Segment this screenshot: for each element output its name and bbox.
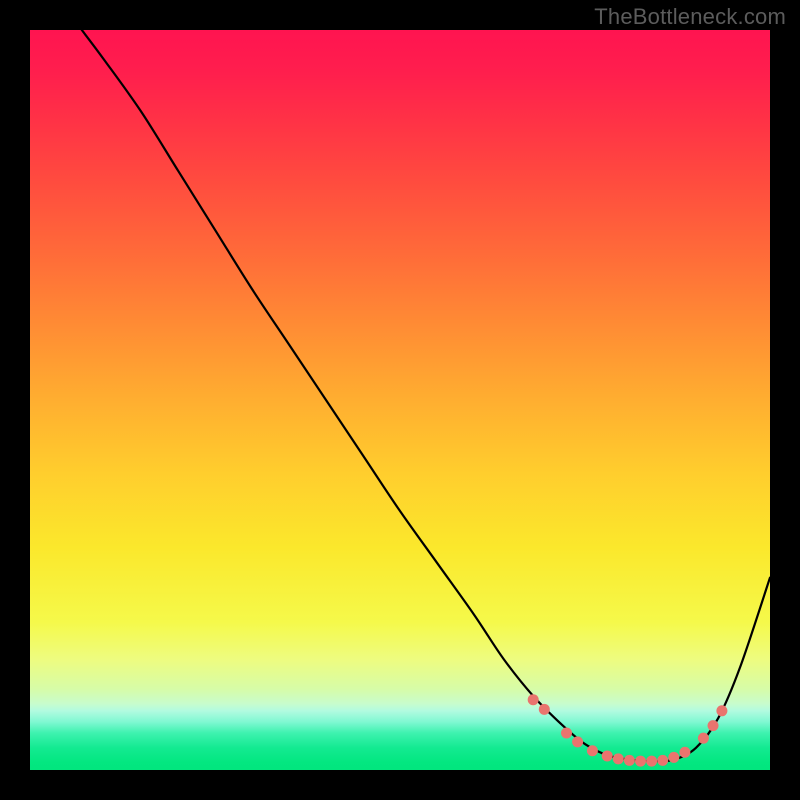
marker-dot bbox=[635, 756, 646, 767]
chart-svg bbox=[30, 30, 770, 770]
marker-dot bbox=[708, 720, 719, 731]
marker-dot bbox=[698, 733, 709, 744]
marker-dot bbox=[602, 750, 613, 761]
marker-dot bbox=[668, 752, 679, 763]
marker-dot bbox=[624, 755, 635, 766]
marker-dot bbox=[587, 745, 598, 756]
marker-dot bbox=[716, 705, 727, 716]
marker-dot bbox=[561, 728, 572, 739]
plot-area bbox=[30, 30, 770, 770]
marker-dot bbox=[539, 704, 550, 715]
marker-dot bbox=[679, 747, 690, 758]
watermark-text: TheBottleneck.com bbox=[594, 4, 786, 30]
marker-dot bbox=[572, 736, 583, 747]
flat-region-markers bbox=[528, 694, 728, 766]
marker-dot bbox=[613, 753, 624, 764]
bottleneck-curve bbox=[82, 30, 770, 761]
marker-dot bbox=[646, 756, 657, 767]
marker-dot bbox=[657, 755, 668, 766]
marker-dot bbox=[528, 694, 539, 705]
chart-frame: TheBottleneck.com bbox=[0, 0, 800, 800]
